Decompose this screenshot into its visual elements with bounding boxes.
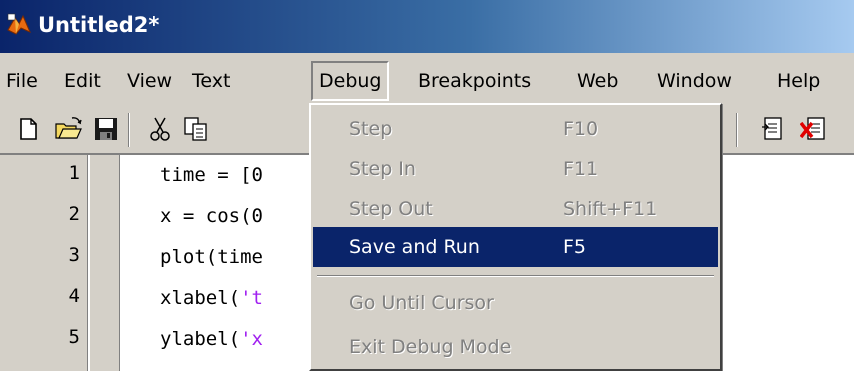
menu-item-label: Step Out [349,198,433,220]
line-number-gutter: 1 2 3 4 5 [0,155,88,371]
breakpoint-column[interactable] [90,155,120,371]
open-folder-icon[interactable] [54,115,82,143]
menu-item-label: Go Until Cursor [349,292,494,314]
copy-icon[interactable] [182,115,210,143]
code-line: time = [0 [160,164,263,186]
line-number: 5 [68,326,80,348]
toolbar-separator [128,113,130,147]
menu-item-exit-debug-mode[interactable]: Exit Debug Mode [313,327,718,367]
code-line: xlabel('t [160,287,263,309]
menu-debug[interactable]: Debug [311,61,390,101]
code-text: xlabel( [160,287,241,309]
menu-text[interactable]: Text [186,61,236,101]
code-string: 'x [240,328,263,350]
editor-window: Untitled2* File Edit View Text Debug Bre… [0,0,854,371]
menu-item-step-in[interactable]: Step In F11 [313,149,718,189]
menu-item-label: Save and Run [349,236,480,258]
matlab-logo-icon [7,13,31,35]
code-line: x = cos(0 [160,205,263,227]
menu-item-label: Exit Debug Mode [349,336,512,358]
menu-bar: File Edit View Text Debug Breakpoints We… [0,53,854,107]
debug-dropdown-menu: Step F10 Step In F11 Step Out Shift+F11 … [309,103,722,371]
line-number: 3 [68,244,80,266]
menu-separator [317,275,714,277]
code-line: plot(time [160,246,263,268]
menu-item-label: Step [349,118,393,140]
menu-item-step[interactable]: Step F10 [313,109,718,149]
line-number: 1 [68,162,80,184]
menu-item-shortcut: F10 [563,118,599,140]
menu-help[interactable]: Help [771,61,826,101]
clear-breakpoints-icon[interactable] [800,115,828,143]
title-bar[interactable]: Untitled2* [0,0,854,53]
menu-item-shortcut: F5 [563,236,587,258]
insert-icon[interactable] [760,115,788,143]
menu-file[interactable]: File [0,61,44,101]
save-icon[interactable] [92,115,120,143]
menu-item-label: Step In [349,158,416,180]
toolbar-separator [736,113,738,147]
menu-edit[interactable]: Edit [58,61,107,101]
cut-icon[interactable] [146,115,174,143]
code-text: ylabel( [160,328,241,350]
menu-view[interactable]: View [121,61,178,101]
menu-item-shortcut: F11 [563,158,599,180]
menu-breakpoints[interactable]: Breakpoints [412,61,537,101]
line-number: 4 [68,285,80,307]
code-string: 't [240,287,263,309]
menu-item-shortcut: Shift+F11 [563,198,658,220]
menu-item-save-and-run[interactable]: Save and Run F5 [313,227,718,267]
menu-item-go-until-cursor[interactable]: Go Until Cursor [313,283,718,323]
window-title: Untitled2* [38,13,160,37]
code-line: ylabel('x [160,328,263,350]
menu-window[interactable]: Window [651,61,738,101]
line-number: 2 [68,203,80,225]
menu-web[interactable]: Web [571,61,624,101]
new-file-icon[interactable] [14,115,42,143]
menu-item-step-out[interactable]: Step Out Shift+F11 [313,189,718,229]
